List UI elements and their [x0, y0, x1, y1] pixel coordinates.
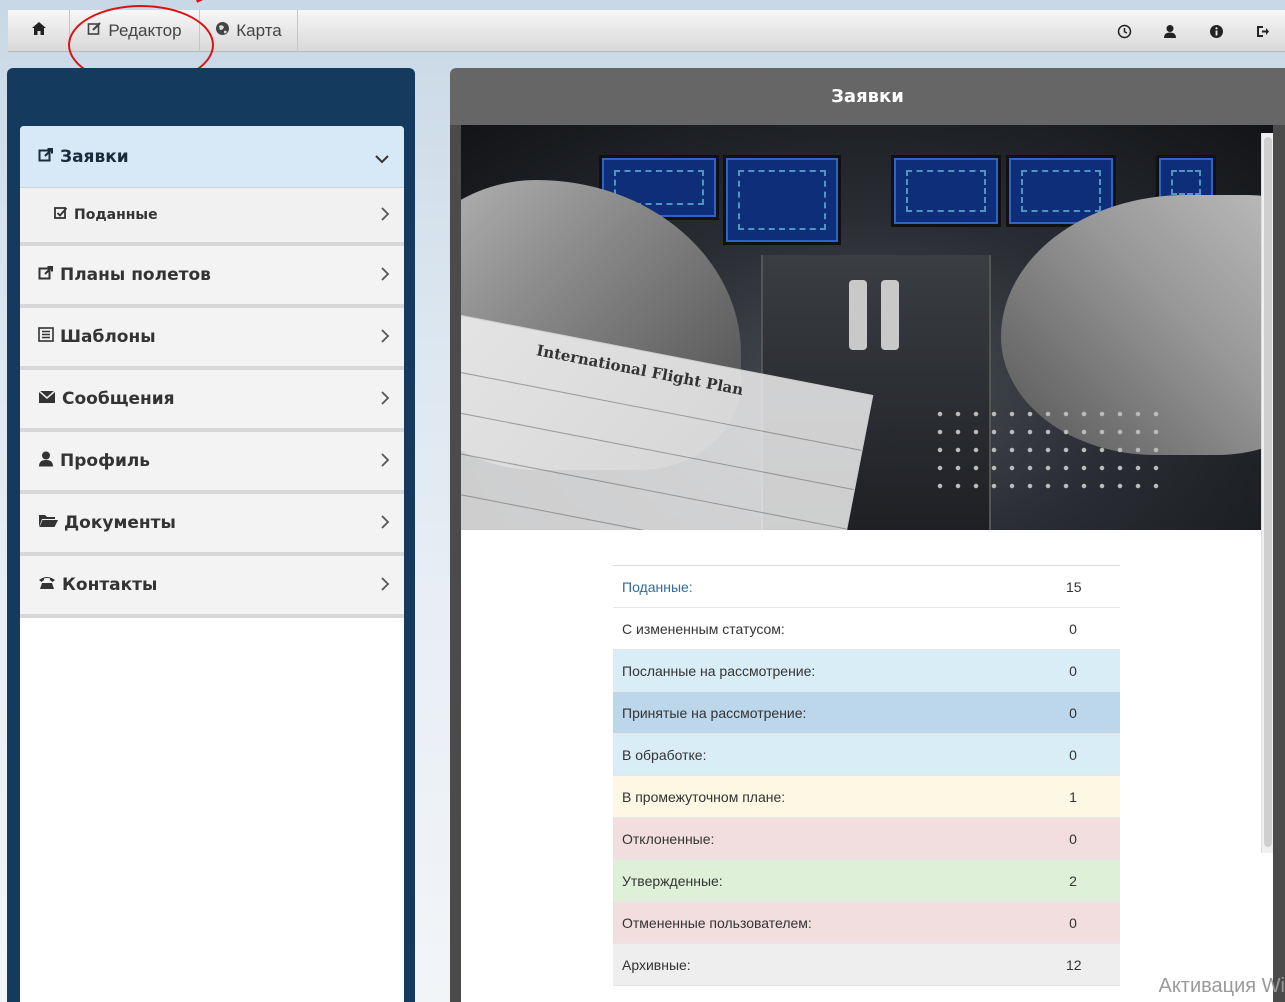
- stats-label: Принятые на рассмотрение:: [622, 704, 807, 721]
- stats-row-cancelled-by-user: Отмененные пользователем: 0: [613, 902, 1120, 944]
- clock-icon[interactable]: [1101, 10, 1147, 52]
- stats-label: С измененным статусом:: [622, 620, 785, 637]
- sidebar-item-requests[interactable]: Заявки: [20, 126, 404, 188]
- panel-title: Заявки: [450, 68, 1285, 125]
- envelope-icon: [38, 389, 56, 409]
- cockpit-throttle: [881, 280, 899, 350]
- panel-content: International Flight Plan Поданные: 15 С…: [461, 125, 1273, 1002]
- logout-icon[interactable]: [1239, 10, 1285, 52]
- cockpit-buttons: [931, 405, 1161, 495]
- sidebar: Заявки Поданные Планы полетов Шаблоны Со…: [7, 68, 415, 1002]
- home-button[interactable]: [8, 9, 70, 52]
- stats-label[interactable]: Поданные:: [622, 579, 693, 595]
- list-alt-icon: [38, 327, 54, 347]
- stats-row-submitted[interactable]: Поданные: 15: [613, 566, 1120, 608]
- request-stats-table: Поданные: 15 С измененным статусом: 0 По…: [613, 565, 1120, 986]
- stats-label: В промежуточном плане:: [622, 788, 786, 805]
- sidebar-item-label: Контакты: [62, 575, 158, 595]
- sidebar-item-label: Сообщения: [62, 389, 175, 409]
- editor-label: Редактор: [108, 20, 182, 40]
- stats-value: 0: [1069, 620, 1077, 637]
- annotation-arrow: [196, 0, 232, 10]
- stats-label: Отмененные пользователем:: [622, 914, 812, 931]
- stats-value: 0: [1069, 830, 1077, 847]
- globe-icon: [215, 21, 230, 41]
- map-menu-button[interactable]: Карта: [200, 9, 298, 52]
- sidebar-item-messages[interactable]: Сообщения: [20, 370, 404, 432]
- sidebar-item-label: Шаблоны: [60, 327, 156, 347]
- sidebar-item-label: Заявки: [60, 146, 129, 167]
- stats-row-sent-for-review: Посланные на рассмотрение: 0: [613, 650, 1120, 692]
- cockpit-display: [723, 155, 841, 245]
- stats-value: 0: [1069, 704, 1077, 721]
- sidebar-item-submitted[interactable]: Поданные: [20, 188, 404, 246]
- toolbar-right: [1101, 10, 1285, 52]
- sidebar-item-label: Документы: [64, 513, 176, 533]
- stats-row-archived: Архивные: 12: [613, 944, 1120, 986]
- chevron-right-icon: [380, 387, 390, 411]
- paper-line: [461, 448, 847, 530]
- sidebar-item-templates[interactable]: Шаблоны: [20, 308, 404, 370]
- stats-label: Архивные:: [622, 956, 691, 973]
- panel-scrollbar[interactable]: [1261, 133, 1273, 853]
- sidebar-item-label: Поданные: [74, 207, 158, 223]
- info-icon[interactable]: [1193, 10, 1239, 52]
- sidebar-menu: Заявки Поданные Планы полетов Шаблоны Со…: [20, 126, 404, 1002]
- stats-value: 1: [1069, 788, 1077, 805]
- folder-open-icon: [38, 513, 58, 533]
- stats-label: В обработке:: [622, 746, 707, 763]
- user-icon[interactable]: [1147, 10, 1193, 52]
- stats-row-status-changed: С измененным статусом: 0: [613, 608, 1120, 650]
- sidebar-item-label: Планы полетов: [60, 265, 211, 285]
- share-square-icon: [38, 147, 54, 167]
- cockpit-image: International Flight Plan: [461, 125, 1273, 530]
- sidebar-item-contacts[interactable]: Контакты: [20, 556, 404, 618]
- edit-icon: [87, 21, 102, 41]
- phone-alt-icon: [38, 575, 56, 595]
- cockpit-throttle: [849, 280, 867, 350]
- map-label: Карта: [236, 20, 282, 40]
- stats-row-rejected: Отклоненные: 0: [613, 818, 1120, 860]
- sidebar-item-flight-plans[interactable]: Планы полетов: [20, 246, 404, 308]
- home-icon: [31, 21, 47, 41]
- stats-value: 0: [1069, 746, 1077, 763]
- requests-panel: Заявки International Flight Plan Поданны…: [450, 68, 1285, 1002]
- chevron-right-icon: [380, 511, 390, 535]
- panel-body: International Flight Plan Поданные: 15 С…: [450, 125, 1285, 1002]
- chevron-right-icon: [380, 263, 390, 287]
- sidebar-item-label: Профиль: [60, 451, 151, 471]
- share-square-icon: [38, 265, 54, 285]
- stats-row-accepted-for-review: Принятые на рассмотрение: 0: [613, 692, 1120, 734]
- chevron-right-icon: [380, 449, 390, 473]
- stats-value: 12: [1066, 956, 1082, 973]
- sidebar-item-profile[interactable]: Профиль: [20, 432, 404, 494]
- stats-row-processing: В обработке: 0: [613, 734, 1120, 776]
- stats-label: Отклоненные:: [622, 830, 715, 847]
- chevron-down-icon: [374, 145, 390, 169]
- stats-value: 0: [1069, 662, 1077, 679]
- windows-activation-watermark: Активация Wi: [1158, 975, 1285, 997]
- paper-line: [461, 409, 854, 491]
- stats-value: 15: [1066, 578, 1082, 595]
- chevron-right-icon: [380, 325, 390, 349]
- scrollbar-thumb[interactable]: [1264, 137, 1272, 847]
- stats-label: Утвержденные:: [622, 872, 723, 889]
- top-navbar: Редактор Карта: [8, 9, 1285, 52]
- stats-value: 2: [1069, 872, 1077, 889]
- editor-menu-button[interactable]: Редактор: [70, 9, 200, 52]
- stats-row-approved: Утвержденные: 2: [613, 860, 1120, 902]
- stats-label: Посланные на рассмотрение:: [622, 662, 816, 679]
- check-square-icon: [54, 206, 68, 224]
- sidebar-item-documents[interactable]: Документы: [20, 494, 404, 556]
- stats-row-intermediate-plan: В промежуточном плане: 1: [613, 776, 1120, 818]
- paper-line: [461, 487, 839, 530]
- cockpit-display: [891, 155, 1001, 227]
- user-icon: [38, 451, 54, 472]
- stats-value: 0: [1069, 914, 1077, 931]
- chevron-right-icon: [380, 573, 390, 597]
- chevron-right-icon: [380, 203, 390, 227]
